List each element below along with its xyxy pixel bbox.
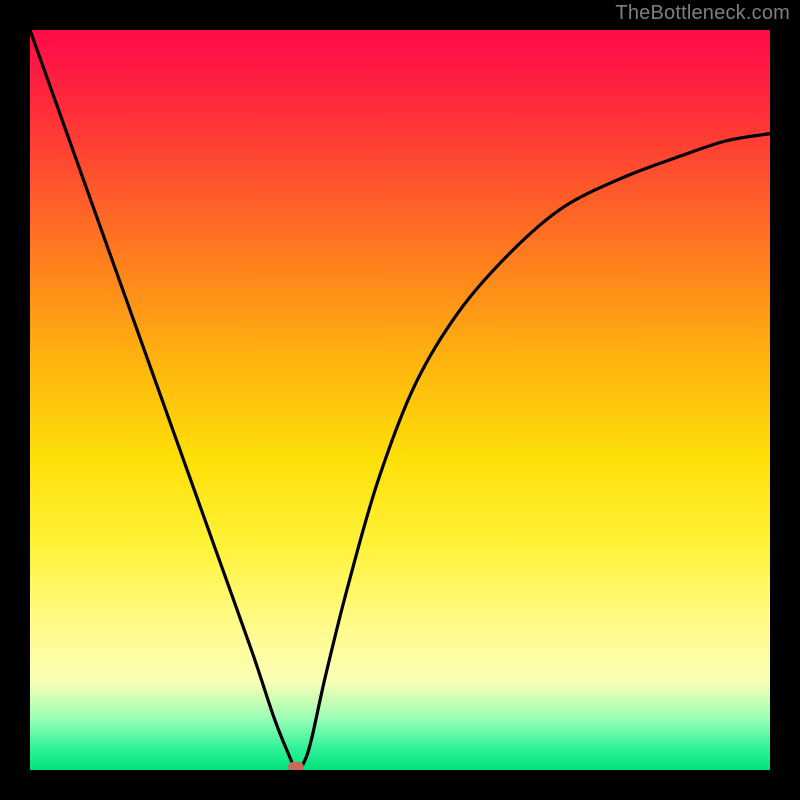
watermark-text: TheBottleneck.com bbox=[615, 2, 790, 25]
plot-area bbox=[30, 30, 770, 770]
optimal-point-marker bbox=[288, 762, 304, 770]
chart-frame: TheBottleneck.com bbox=[0, 0, 800, 800]
gradient-background bbox=[30, 30, 770, 770]
